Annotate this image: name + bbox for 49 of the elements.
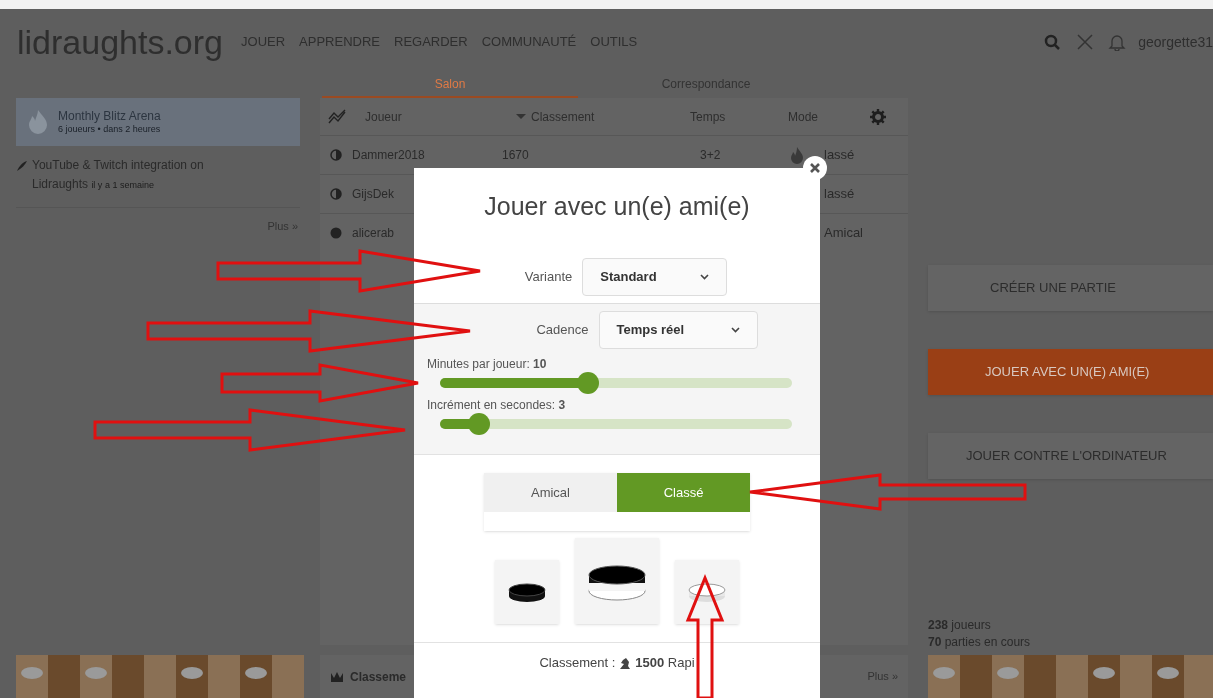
select-label: Variante xyxy=(524,267,573,286)
half-circle-icon xyxy=(330,149,342,161)
event-title: Monthly Blitz Arena xyxy=(58,108,161,124)
event-card[interactable]: Monthly Blitz Arena 6 joueurs • dans 2 heures xyxy=(16,98,300,146)
player-name: alicerab xyxy=(352,225,395,242)
leaderboard-title: Classeme xyxy=(350,668,408,686)
color-button[interactable] xyxy=(495,560,559,624)
mode-cell-text: lassé xyxy=(824,146,855,165)
select-label: Cadence xyxy=(536,321,589,340)
color-button[interactable] xyxy=(675,560,739,624)
slider[interactable] xyxy=(440,371,792,395)
close-icon[interactable] xyxy=(803,156,827,180)
mode-cell-text: lassé xyxy=(824,185,855,204)
player-name: GijsDek xyxy=(352,186,394,203)
rating-cell-text: 1670 xyxy=(502,147,529,164)
mode-toggle[interactable]: Amical xyxy=(484,473,617,512)
slider-label: Incrément en secondes: 3 xyxy=(427,398,567,412)
event-subtitle: 6 joueurs • dans 2 heures xyxy=(58,123,161,136)
modal-title: Jouer avec un(e) ami(e) xyxy=(483,191,751,222)
player-name: Dammer2018 xyxy=(352,147,425,164)
action-button[interactable]: CRÉER UNE PARTIE xyxy=(928,265,1213,311)
crown-icon xyxy=(330,670,344,683)
select-field[interactable]: Standard xyxy=(582,257,728,296)
rating-label: Classement : xyxy=(539,654,616,673)
crossed-swords-icon[interactable] xyxy=(1076,33,1095,51)
action-button[interactable]: JOUER CONTRE L'ORDINATEUR xyxy=(928,433,1213,479)
horse-icon xyxy=(618,656,633,670)
filled-circle-icon xyxy=(330,227,342,239)
bell-icon[interactable] xyxy=(1108,33,1127,51)
search-icon[interactable] xyxy=(1044,34,1061,50)
chevron-down-icon xyxy=(700,273,710,280)
quill-icon xyxy=(16,160,28,172)
light-piece-icon xyxy=(687,580,727,604)
settings-icon[interactable] xyxy=(870,108,886,125)
flame-icon xyxy=(26,108,50,136)
sort-caret-icon xyxy=(516,114,526,119)
mode-toggle[interactable]: Classé xyxy=(617,473,750,512)
mode-cell-text: Amical xyxy=(824,224,863,243)
select-field[interactable]: Temps réel xyxy=(598,311,758,349)
slider[interactable] xyxy=(440,412,792,436)
dark-piece-icon xyxy=(507,580,547,604)
chevron-down-icon xyxy=(730,327,740,333)
half-circle-icon xyxy=(330,188,342,200)
chart-icon[interactable] xyxy=(328,108,346,125)
color-button[interactable] xyxy=(575,538,659,624)
slider-label: Minutes par joueur: 10 xyxy=(427,357,548,371)
rating-value: 1500 Rapi xyxy=(635,654,695,673)
time-cell-text: 3+2 xyxy=(700,147,721,164)
action-button[interactable]: JOUER AVEC UN(E) AMI(E) xyxy=(928,349,1213,395)
